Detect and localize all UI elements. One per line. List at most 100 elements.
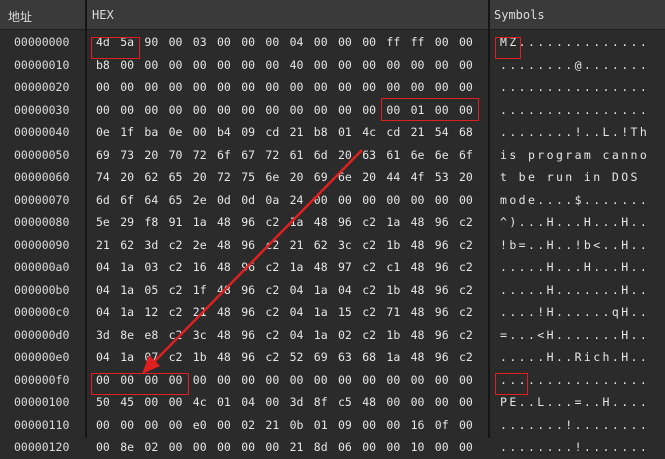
hex-byte[interactable]: 00 <box>338 31 356 54</box>
hex-byte[interactable]: 48 <box>411 346 429 369</box>
hex-byte[interactable]: c2 <box>362 279 380 302</box>
hex-byte[interactable]: 96 <box>241 324 259 347</box>
hex-byte[interactable]: 00 <box>217 369 235 392</box>
hex-byte[interactable]: 00 <box>193 436 211 459</box>
hex-byte[interactable]: 73 <box>120 144 138 167</box>
hex-byte[interactable]: c2 <box>265 346 283 369</box>
hex-byte[interactable]: 48 <box>411 279 429 302</box>
hex-byte[interactable]: c2 <box>265 279 283 302</box>
hex-byte[interactable]: 44 <box>386 166 404 189</box>
hex-row[interactable]: 00000090 21 62 3d c2 2e 48 96 c2 21 62 3c c2 1b 48 96 c2… <box>0 234 665 257</box>
hex-byte[interactable]: c2 <box>459 256 477 279</box>
hex-byte[interactable]: 0e <box>96 121 114 144</box>
hex-byte[interactable]: 6e <box>265 166 283 189</box>
hex-byte[interactable]: 48 <box>362 391 380 414</box>
hex-byte[interactable]: 1f <box>120 121 138 144</box>
hex-byte[interactable]: 8f <box>314 391 332 414</box>
row-symbols[interactable]: .......!........ <box>500 414 649 437</box>
hex-byte[interactable]: 00 <box>217 54 235 77</box>
row-symbols[interactable]: ................ <box>500 99 649 122</box>
hex-byte[interactable]: 04 <box>96 346 114 369</box>
hex-byte[interactable]: 48 <box>411 324 429 347</box>
hex-byte[interactable]: 00 <box>290 99 308 122</box>
row-symbols[interactable]: =...<H.......H.. <box>500 324 649 347</box>
hex-byte[interactable]: 00 <box>265 369 283 392</box>
hex-byte[interactable]: 00 <box>459 436 477 459</box>
hex-byte[interactable]: 00 <box>386 391 404 414</box>
hex-byte[interactable]: 00 <box>314 189 332 212</box>
hex-byte[interactable]: 20 <box>290 166 308 189</box>
hex-byte[interactable]: 00 <box>362 369 380 392</box>
hex-byte[interactable]: 1b <box>386 324 404 347</box>
hex-byte[interactable]: 00 <box>169 54 187 77</box>
hex-byte[interactable]: 00 <box>338 99 356 122</box>
hex-byte[interactable]: c2 <box>459 346 477 369</box>
hex-byte[interactable]: 69 <box>314 346 332 369</box>
hex-byte[interactable]: 1f <box>193 279 211 302</box>
row-symbols[interactable]: !b=..H..!b<..H.. <box>500 234 649 257</box>
hex-byte[interactable]: 48 <box>314 256 332 279</box>
hex-byte[interactable]: 48 <box>411 234 429 257</box>
hex-byte[interactable]: 6f <box>459 144 477 167</box>
hex-byte[interactable]: 48 <box>217 346 235 369</box>
hex-byte[interactable]: 91 <box>169 211 187 234</box>
hex-byte[interactable]: 00 <box>193 54 211 77</box>
hex-byte[interactable]: 00 <box>265 436 283 459</box>
hex-byte[interactable]: 1a <box>314 279 332 302</box>
hex-byte[interactable]: 72 <box>217 166 235 189</box>
hex-byte[interactable]: 74 <box>96 166 114 189</box>
hex-byte[interactable]: 96 <box>435 279 453 302</box>
hex-byte[interactable]: e0 <box>193 414 211 437</box>
hex-byte[interactable]: 48 <box>411 211 429 234</box>
hex-byte[interactable]: 00 <box>386 76 404 99</box>
hex-byte[interactable]: 96 <box>241 234 259 257</box>
hex-byte[interactable]: 00 <box>265 31 283 54</box>
hex-byte[interactable]: 20 <box>362 166 380 189</box>
hex-byte[interactable]: 00 <box>435 54 453 77</box>
hex-byte[interactable]: 69 <box>96 144 114 167</box>
hex-byte[interactable]: 65 <box>169 189 187 212</box>
hex-byte[interactable]: 8d <box>314 436 332 459</box>
hex-byte[interactable]: 00 <box>362 31 380 54</box>
row-symbols[interactable]: ................ <box>500 76 649 99</box>
hex-byte[interactable]: 15 <box>338 301 356 324</box>
hex-byte[interactable]: 04 <box>290 279 308 302</box>
hex-byte[interactable]: 00 <box>362 54 380 77</box>
hex-byte[interactable]: 62 <box>120 234 138 257</box>
hex-byte[interactable]: 00 <box>265 99 283 122</box>
hex-byte[interactable]: c2 <box>265 324 283 347</box>
hex-byte[interactable]: c2 <box>265 301 283 324</box>
hex-byte[interactable]: 21 <box>290 121 308 144</box>
hex-byte[interactable]: 00 <box>459 54 477 77</box>
hex-byte[interactable]: 40 <box>290 54 308 77</box>
hex-byte[interactable]: 64 <box>144 189 162 212</box>
hex-byte[interactable]: 00 <box>459 414 477 437</box>
hex-byte[interactable]: 00 <box>411 391 429 414</box>
hex-byte[interactable]: c2 <box>169 256 187 279</box>
hex-byte[interactable]: 96 <box>241 346 259 369</box>
hex-byte[interactable]: 1a <box>290 256 308 279</box>
hex-byte[interactable]: 53 <box>435 166 453 189</box>
hex-byte[interactable]: 00 <box>265 54 283 77</box>
row-symbols[interactable]: ....!H......qH.. <box>500 301 649 324</box>
hex-byte[interactable]: c2 <box>362 234 380 257</box>
hex-row[interactable]: 00000040 0e 1f ba 0e 00 b4 09 cd 21 b8 01 4c cd 21 54 68… <box>0 121 665 144</box>
row-symbols[interactable]: .....H.......H.. <box>500 279 649 302</box>
hex-byte[interactable]: 03 <box>193 31 211 54</box>
hex-byte[interactable]: 00 <box>241 76 259 99</box>
hex-byte[interactable]: 00 <box>193 121 211 144</box>
hex-byte[interactable]: 00 <box>96 414 114 437</box>
hex-byte[interactable]: 29 <box>120 211 138 234</box>
hex-byte[interactable]: 96 <box>435 211 453 234</box>
hex-row[interactable]: 00000030 00 00 00 00 00 00 00 00 00 00 00 00 00 01 00 00… <box>0 99 665 122</box>
hex-row[interactable]: 000000d0 3d 8e e8 c2 3c 48 96 c2 04 1a 02 c2 1b 48 96 c2… <box>0 324 665 347</box>
hex-byte[interactable]: 00 <box>386 436 404 459</box>
hex-byte[interactable]: 4c <box>362 121 380 144</box>
hex-byte[interactable]: 61 <box>386 144 404 167</box>
hex-byte[interactable]: 00 <box>241 99 259 122</box>
hex-byte[interactable]: 00 <box>193 99 211 122</box>
hex-byte[interactable]: 96 <box>435 346 453 369</box>
hex-byte[interactable]: 02 <box>241 414 259 437</box>
hex-byte[interactable]: 02 <box>144 436 162 459</box>
row-symbols[interactable]: .....H..Rich.H.. <box>500 346 649 369</box>
